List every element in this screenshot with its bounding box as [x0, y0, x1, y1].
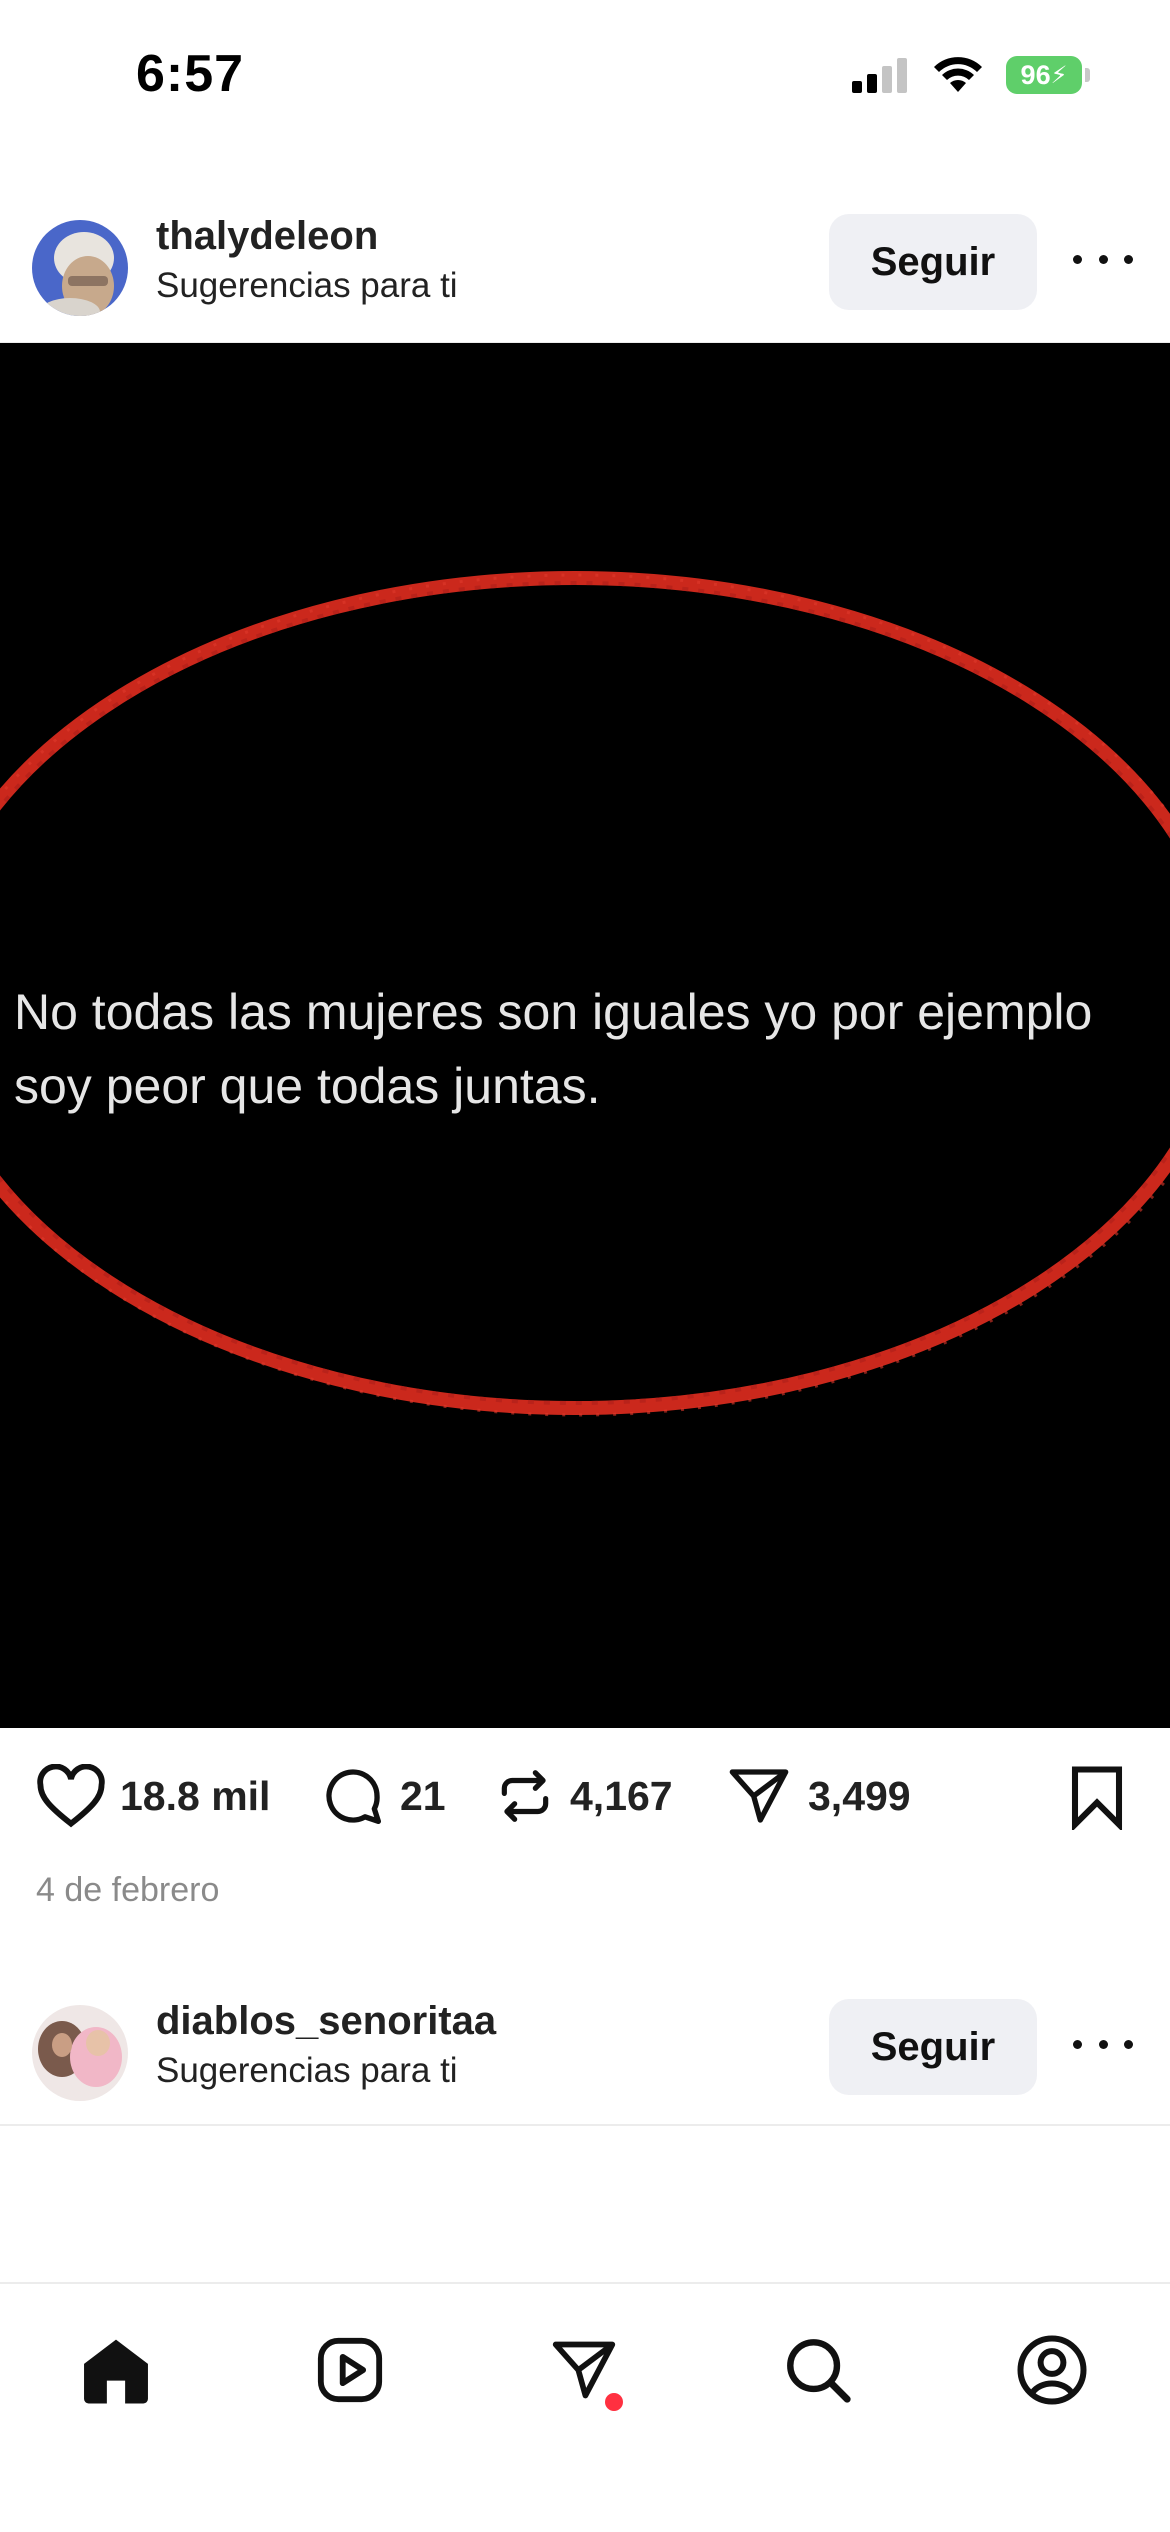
nav-messages[interactable]	[534, 2320, 634, 2420]
home-icon	[84, 2339, 148, 2404]
comment-button[interactable]: 21	[320, 1764, 446, 1828]
username[interactable]: diablos_senoritaa	[156, 1999, 496, 2044]
follow-button[interactable]: Seguir	[829, 214, 1037, 310]
post-image[interactable]: No todas las mujeres son iguales yo por …	[0, 343, 1170, 1728]
post-header: diablos_senoritaa Sugerencias para ti Se…	[0, 1985, 1170, 2125]
notification-dot	[605, 2393, 623, 2411]
reels-icon	[317, 2337, 383, 2403]
repost-button[interactable]: 4,167	[494, 1764, 673, 1828]
battery-level: 96	[1020, 59, 1051, 90]
nav-home[interactable]	[66, 2320, 166, 2420]
divider	[0, 2124, 1170, 2126]
follow-button[interactable]: Seguir	[829, 1999, 1037, 2095]
comment-icon	[326, 1769, 381, 1824]
suggestion-label: Sugerencias para ti	[156, 2051, 458, 2090]
comment-count: 21	[400, 1772, 446, 1819]
send-icon	[729, 1769, 789, 1823]
more-options-icon[interactable]	[1073, 244, 1133, 274]
suggestion-label: Sugerencias para ti	[156, 266, 458, 305]
status-icons: 96 ⚡	[850, 56, 1090, 94]
nav-reels[interactable]	[300, 2320, 400, 2420]
heart-icon	[37, 1764, 105, 1828]
bookmark-icon	[1071, 1766, 1123, 1830]
wifi-icon	[934, 57, 982, 92]
profile-icon	[1017, 2335, 1087, 2405]
nav-search[interactable]	[768, 2320, 868, 2420]
battery-charging-icon: 96 ⚡	[1006, 56, 1090, 94]
status-bar: 6:57 96 ⚡	[0, 0, 1170, 150]
like-count: 18.8 mil	[120, 1772, 271, 1819]
post-date: 4 de febrero	[36, 1871, 220, 1909]
bottom-nav	[0, 2282, 1170, 2532]
post-header: thalydeleon Sugerencias para ti Seguir	[0, 200, 1170, 340]
share-count: 3,499	[808, 1772, 911, 1819]
repost-count: 4,167	[570, 1772, 673, 1819]
avatar[interactable]	[32, 220, 128, 316]
repost-icon	[501, 1770, 549, 1822]
post-caption-text: No todas las mujeres son iguales yo por …	[14, 984, 1093, 1114]
cellular-signal-icon	[852, 58, 907, 93]
nav-profile[interactable]	[1002, 2320, 1102, 2420]
post-actions: 18.8 mil 21 4,167 3,499	[0, 1752, 1170, 1852]
save-button[interactable]	[1068, 1764, 1126, 1830]
share-button[interactable]: 3,499	[724, 1764, 911, 1828]
avatar[interactable]	[32, 2005, 128, 2101]
search-icon	[787, 2339, 851, 2403]
like-button[interactable]: 18.8 mil	[36, 1764, 270, 1828]
username[interactable]: thalydeleon	[156, 214, 378, 259]
status-time: 6:57	[136, 45, 245, 103]
more-options-icon[interactable]	[1073, 2029, 1133, 2059]
